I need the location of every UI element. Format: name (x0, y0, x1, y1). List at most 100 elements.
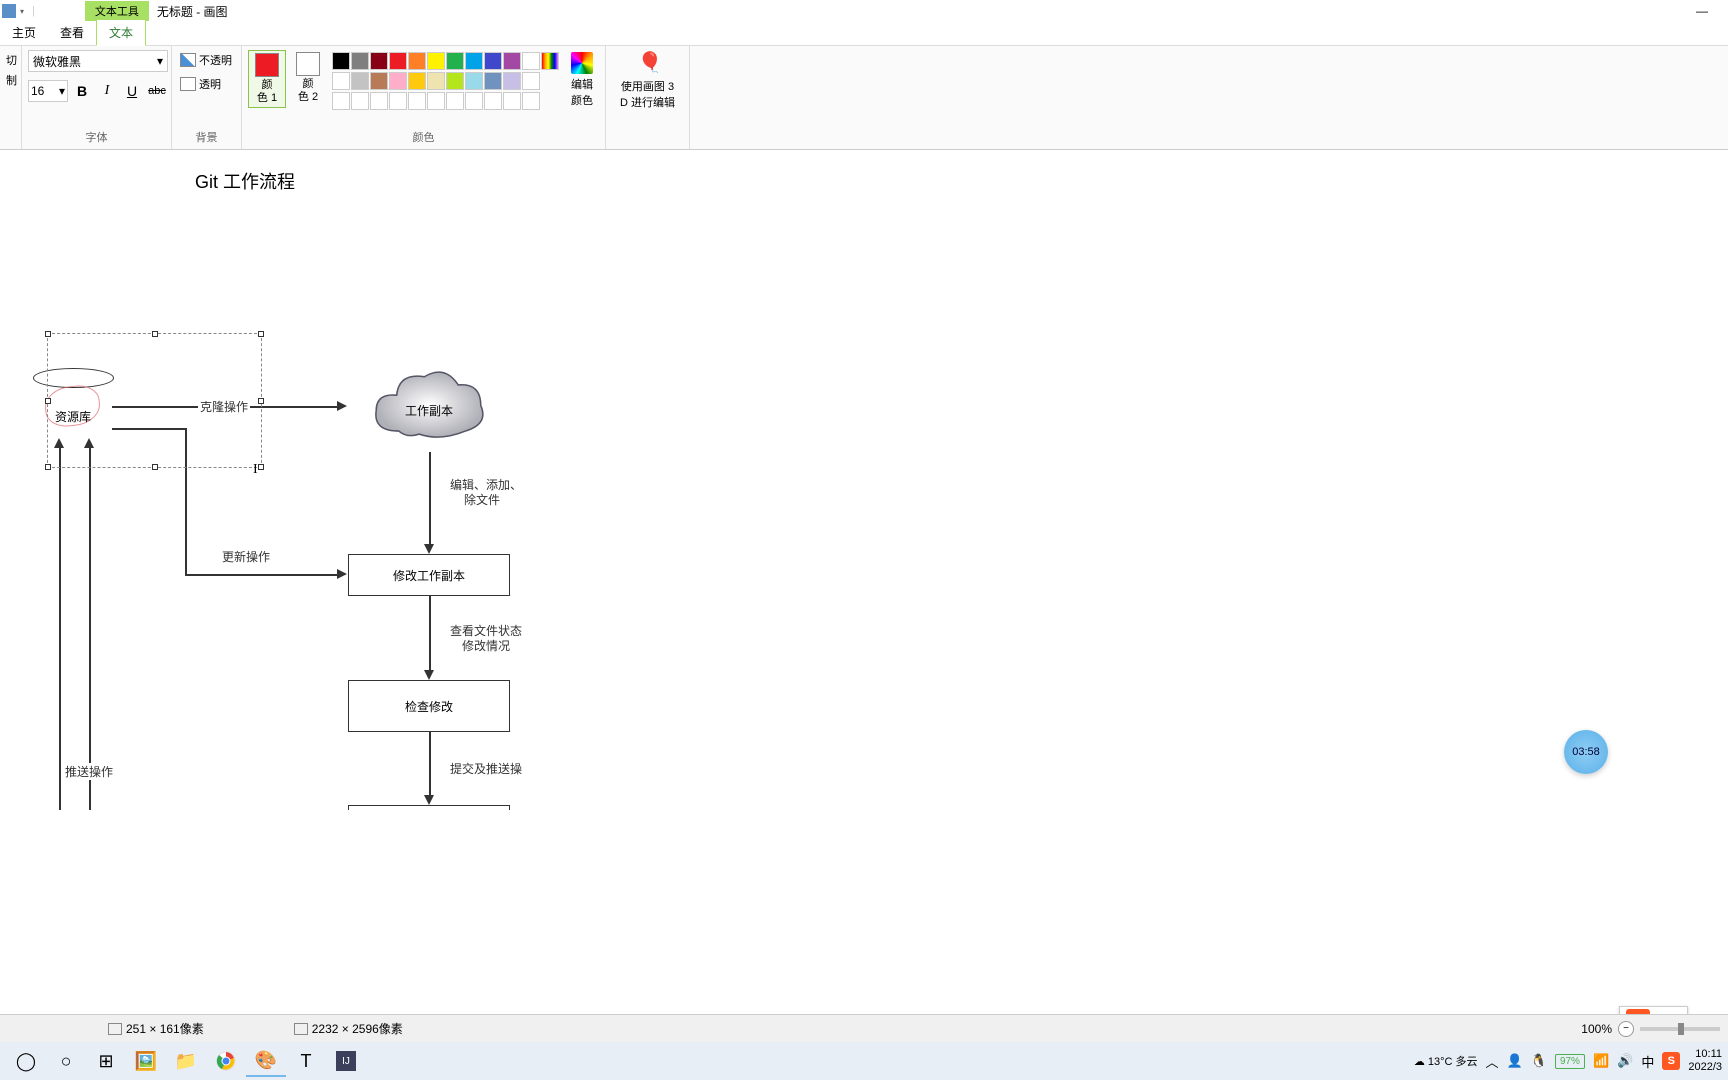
color-swatch[interactable] (332, 72, 350, 90)
qat-dropdown-icon[interactable]: ▾ (20, 7, 28, 16)
context-tab-text-tools[interactable]: 文本工具 (85, 1, 149, 21)
tab-view[interactable]: 查看 (48, 20, 96, 45)
opaque-option[interactable]: 不透明 (178, 50, 234, 70)
color-swatch[interactable] (427, 52, 445, 70)
color-swatch[interactable] (351, 72, 369, 90)
arrowhead-icon (424, 670, 434, 680)
color-swatch[interactable] (503, 52, 521, 70)
tray-icon[interactable]: 🐧 (1531, 1053, 1547, 1069)
arrowhead-icon (337, 569, 347, 579)
resize-handle[interactable] (152, 464, 158, 470)
timer-badge[interactable]: 03:58 (1564, 730, 1608, 774)
font-size-value: 16 (31, 84, 44, 98)
color-swatch[interactable] (503, 92, 521, 110)
canvas-area[interactable]: Git 工作流程 资源库 工作副本 克隆操作 编辑、添加、 除文件 更新操作 修… (0, 150, 1728, 810)
app-icon[interactable] (2, 4, 16, 18)
resize-handle[interactable] (258, 331, 264, 337)
edit-colors-button[interactable]: 编辑 颜色 (565, 50, 599, 110)
canvas[interactable]: Git 工作流程 资源库 工作副本 克隆操作 编辑、添加、 除文件 更新操作 修… (0, 150, 1728, 810)
tray-icon[interactable]: 👤 (1507, 1053, 1523, 1069)
copy-button[interactable]: 制 (6, 70, 15, 90)
color-swatch[interactable] (522, 52, 540, 70)
zoom-out-button[interactable]: − (1618, 1021, 1634, 1037)
transparent-option[interactable]: 透明 (178, 74, 223, 94)
commit-push-label: 提交及推送操 (448, 760, 524, 777)
color-swatch[interactable] (522, 72, 540, 90)
weather-widget[interactable]: ☁ 13°C 多云 (1414, 1053, 1478, 1069)
color-swatch[interactable] (484, 52, 502, 70)
color-swatch[interactable] (370, 72, 388, 90)
cut-button[interactable]: 切 (6, 50, 15, 70)
color-swatch[interactable] (408, 52, 426, 70)
color-swatch[interactable] (446, 92, 464, 110)
resize-handle[interactable] (45, 464, 51, 470)
color-swatch[interactable] (465, 72, 483, 90)
task-view-icon[interactable]: ⊞ (86, 1045, 126, 1077)
color2-button[interactable]: 颜色 2 (290, 50, 326, 106)
color-swatch[interactable] (389, 72, 407, 90)
underline-button[interactable]: U (121, 80, 143, 102)
text-selection-box[interactable] (47, 333, 262, 468)
arrow-edit (429, 452, 431, 544)
ime-icon[interactable]: 中 (1641, 1052, 1654, 1071)
font-size-combo[interactable]: 16 ▾ (28, 80, 68, 102)
color-swatch[interactable] (522, 92, 540, 110)
tab-home[interactable]: 主页 (0, 20, 48, 45)
bold-button[interactable]: B (71, 80, 93, 102)
wifi-icon[interactable]: 📶 (1593, 1053, 1609, 1069)
color-swatch[interactable] (446, 72, 464, 90)
color-swatch[interactable] (332, 92, 350, 110)
tab-text[interactable]: 文本 (96, 19, 146, 46)
color1-button[interactable]: 颜色 1 (248, 50, 286, 108)
line (89, 446, 91, 810)
color-swatch[interactable] (351, 52, 369, 70)
volume-icon[interactable]: 🔊 (1617, 1053, 1633, 1069)
color-swatch[interactable] (408, 92, 426, 110)
font-family-combo[interactable]: 微软雅黑 ▾ (28, 50, 168, 72)
paint3d-button[interactable]: 使用画图 3 D 进行编辑 (612, 50, 683, 112)
color-swatch[interactable] (484, 92, 502, 110)
resize-handle[interactable] (258, 464, 264, 470)
italic-button[interactable]: I (96, 80, 118, 102)
color-swatch[interactable] (465, 52, 483, 70)
color-swatch[interactable] (370, 92, 388, 110)
text-app-icon[interactable]: T (286, 1045, 326, 1077)
resize-handle[interactable] (45, 331, 51, 337)
color-swatch[interactable] (389, 52, 407, 70)
selection-size: 251 × 161像素 (108, 1020, 204, 1037)
chrome-icon[interactable] (206, 1045, 246, 1077)
zoom-slider[interactable] (1640, 1027, 1720, 1031)
cortana-icon[interactable]: ○ (46, 1045, 86, 1077)
color-swatch[interactable] (446, 52, 464, 70)
sogou-tray-icon[interactable]: S (1662, 1052, 1680, 1070)
font-family-value: 微软雅黑 (33, 53, 81, 70)
file-explorer-icon[interactable]: 📁 (166, 1045, 206, 1077)
color-swatch[interactable] (408, 72, 426, 90)
start-button[interactable]: ◯ (6, 1045, 46, 1077)
resize-handle[interactable] (258, 398, 264, 404)
ribbon-tabs: 主页 查看 文本 (0, 22, 1728, 46)
rainbow-swatch[interactable] (541, 52, 559, 70)
color-swatch[interactable] (465, 92, 483, 110)
push-op1-label: 推送操作 (63, 763, 115, 780)
battery-icon[interactable]: 97% (1555, 1054, 1585, 1069)
minimize-button[interactable]: — (1696, 4, 1708, 18)
color-swatch[interactable] (427, 92, 445, 110)
color-swatch[interactable] (332, 52, 350, 70)
color-swatch[interactable] (484, 72, 502, 90)
app-icon[interactable]: 🖼️ (126, 1045, 166, 1077)
resize-handle[interactable] (152, 331, 158, 337)
chevron-up-icon[interactable]: ︿ (1486, 1052, 1499, 1071)
color-swatch[interactable] (427, 72, 445, 90)
color-swatch[interactable] (370, 52, 388, 70)
strikethrough-button[interactable]: abc (146, 80, 168, 102)
paint-icon[interactable]: 🎨 (246, 1045, 286, 1077)
ide-icon[interactable]: IJ (326, 1045, 366, 1077)
dropdown-icon: ▾ (157, 54, 163, 68)
color-swatch[interactable] (351, 92, 369, 110)
clock[interactable]: 10:11 2022/3 (1688, 1048, 1722, 1074)
color-swatch[interactable] (389, 92, 407, 110)
color-swatch[interactable] (503, 72, 521, 90)
box-check-mod: 检查修改 (348, 680, 510, 732)
resize-handle[interactable] (45, 398, 51, 404)
